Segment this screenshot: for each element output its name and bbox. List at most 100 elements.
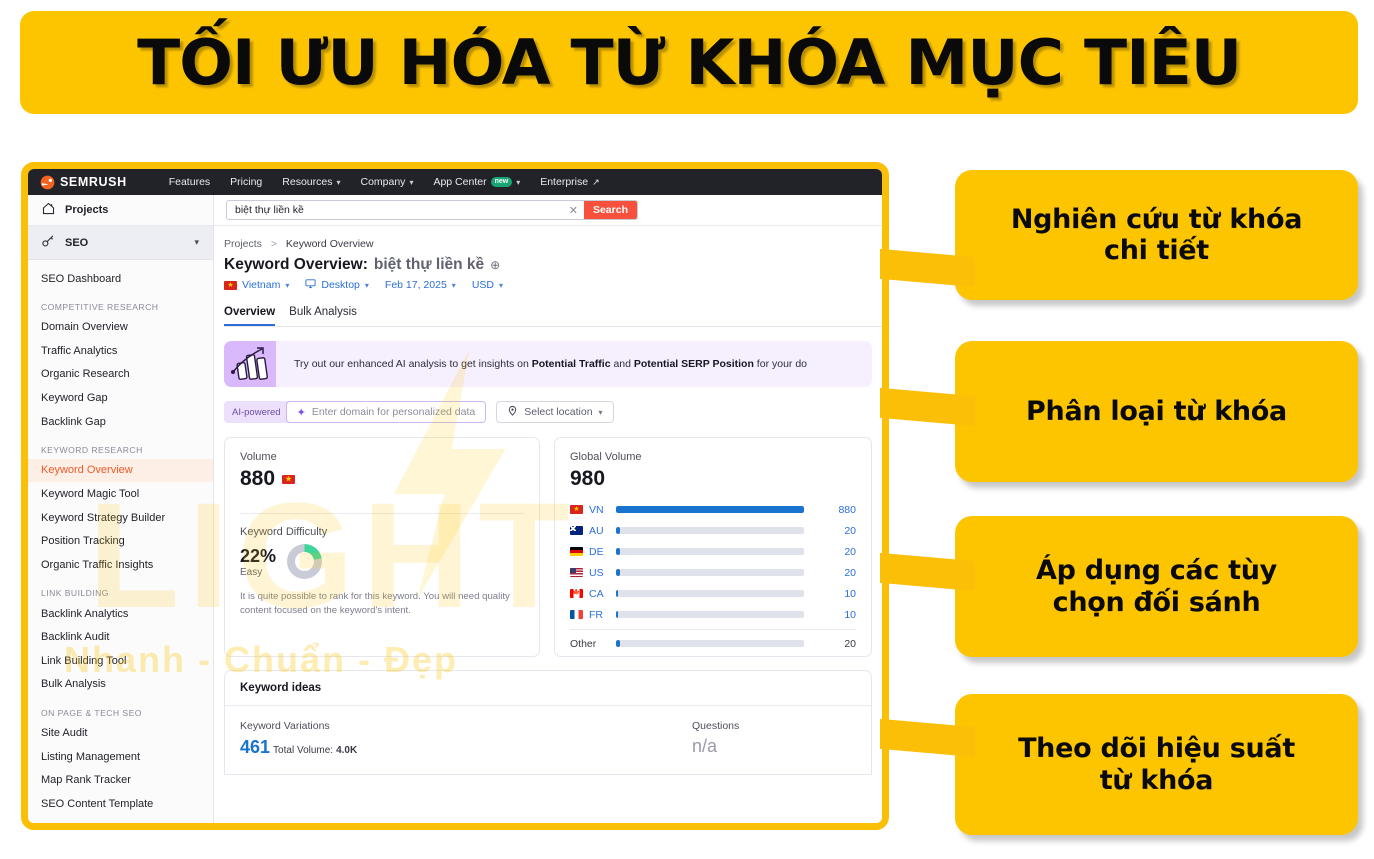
sidebar-item-organic-traffic-insights[interactable]: Organic Traffic Insights — [28, 553, 213, 577]
topnav-item-enterprise[interactable]: Enterprise ↗ — [540, 176, 599, 188]
bar-track — [616, 506, 804, 513]
global-volume-bars: VN 880 AU — [570, 499, 856, 654]
sidebar-item-keyword-overview[interactable]: Keyword Overview — [28, 458, 213, 483]
keyword-variations-label: Keyword Variations — [240, 720, 330, 732]
close-icon[interactable]: ✕ — [562, 204, 585, 217]
breadcrumb-root[interactable]: Projects — [224, 238, 262, 250]
page-title: TỐI ƯU HÓA TỪ KHÓA MỤC TIÊU — [137, 26, 1242, 99]
sidebar-item-listing-management[interactable]: Listing Management — [28, 745, 213, 769]
location-select-label: Select location — [524, 406, 593, 418]
callout-box-3: Áp dụng các tùy chọn đối sánh — [955, 516, 1358, 657]
filter-date[interactable]: Feb 17, 2025 ▾ — [385, 279, 456, 291]
sidebar-item-traffic-analytics[interactable]: Traffic Analytics — [28, 339, 213, 363]
sidebar-item-keyword-magic-tool[interactable]: Keyword Magic Tool — [28, 482, 213, 506]
volume-value-row: 880 — [240, 467, 524, 491]
bar-value: 10 — [844, 587, 856, 600]
breadcrumb: Projects > Keyword Overview — [214, 226, 882, 250]
sidebar-item-bulk-analysis[interactable]: Bulk Analysis — [28, 673, 213, 697]
bar-track — [616, 590, 804, 597]
sidebar-item-backlink-audit[interactable]: Backlink Audit — [28, 626, 213, 650]
sidebar-item-organic-research[interactable]: Organic Research — [28, 363, 213, 387]
sidebar-item-backlink-gap[interactable]: Backlink Gap — [28, 410, 213, 434]
callout-line-2: chi tiết — [1104, 235, 1209, 266]
bar-fill — [616, 640, 621, 647]
sidebar-item-position-tracking[interactable]: Position Tracking — [28, 530, 213, 554]
topnav-item-app-center[interactable]: App Center new ▾ — [433, 176, 520, 188]
chevron-down-icon: ▾ — [498, 280, 503, 290]
ai-powered-chip: AI-powered — [224, 401, 289, 423]
sidebar-item-site-audit[interactable]: Site Audit — [28, 722, 213, 746]
search-button[interactable]: Search — [583, 201, 637, 219]
global-volume-row: VN 880 — [570, 499, 856, 520]
ai-banner-text: Try out our enhanced AI analysis to get … — [276, 358, 807, 370]
topnav-label: App Center — [433, 176, 487, 188]
filter-device[interactable]: Desktop ▾ — [305, 278, 369, 292]
main-scroll-area: Projects > Keyword Overview Keyword Over… — [214, 226, 882, 775]
bar-fill — [616, 527, 621, 534]
keyword-overview-title: Keyword Overview: biệt thự liền kề ⊕ — [214, 250, 882, 274]
ai-text-3: for your do — [753, 358, 808, 370]
bars-divider — [570, 629, 856, 630]
chevron-down-icon: ▾ — [336, 177, 341, 187]
sidebar-item-backlink-analytics[interactable]: Backlink Analytics — [28, 602, 213, 626]
sidebar-item-projects[interactable]: Projects — [28, 195, 213, 226]
sidebar-seo-label: SEO — [65, 236, 89, 249]
topnav-item-company[interactable]: Company ▾ — [360, 176, 413, 188]
bar-value: 20 — [844, 524, 856, 537]
filter-country[interactable]: Vietnam ▾ — [224, 279, 289, 291]
bar-track — [616, 569, 804, 576]
topnav-label: Features — [168, 176, 211, 188]
search-bar: biệt thự liền kề ✕ Search — [214, 195, 882, 226]
global-volume-card: Global Volume 980 VN — [554, 437, 872, 657]
filter-country-label: Vietnam — [242, 279, 281, 291]
sidebar-item-domain-overview[interactable]: Domain Overview — [28, 316, 213, 340]
filter-row: Vietnam ▾ Desktop ▾ — [214, 274, 882, 292]
callout-line-2: chọn đối sánh — [1052, 586, 1261, 618]
bar-value: 20 — [844, 637, 856, 650]
filter-date-label: Feb 17, 2025 — [384, 279, 447, 291]
flag-de-icon — [570, 547, 583, 556]
flag-fr-icon — [570, 610, 583, 619]
search-field-wrapper[interactable]: biệt thự liền kề ✕ Search — [226, 200, 638, 220]
sidebar-item-keyword-gap[interactable]: Keyword Gap — [28, 387, 213, 411]
ai-analysis-banner[interactable]: Try out our enhanced AI analysis to get … — [224, 341, 872, 387]
sidebar-item-seo-dashboard[interactable]: SEO Dashboard — [28, 267, 213, 291]
keyword-difficulty-donut — [287, 544, 323, 579]
tab-overview[interactable]: Overview — [224, 306, 276, 326]
keyword-difficulty-row: 22% Easy — [240, 544, 524, 579]
total-volume-value: 4.0K — [336, 745, 358, 756]
flag-vn-icon — [282, 474, 296, 484]
semrush-logo[interactable]: SEMRUSH — [40, 175, 127, 190]
sidebar-item-map-rank-tracker[interactable]: Map Rank Tracker — [28, 769, 213, 793]
filter-currency[interactable]: USD ▾ — [472, 279, 503, 291]
variations-count[interactable]: 461 — [240, 737, 270, 758]
sidebar-item-keyword-strategy-builder[interactable]: Keyword Strategy Builder — [28, 506, 213, 530]
callout-text-4: Theo dõi hiệu suất từ khóa — [1018, 733, 1295, 796]
topnav-item-pricing[interactable]: Pricing — [230, 176, 262, 188]
global-volume-total: 980 — [570, 467, 606, 490]
location-select[interactable]: Select location ▾ — [496, 401, 614, 423]
sidebar-item-link-building-tool[interactable]: Link Building Tool — [28, 649, 213, 673]
search-input[interactable]: biệt thự liền kề — [227, 204, 562, 216]
domain-input[interactable]: ✦ Enter domain for personalized data — [285, 401, 487, 423]
title-prefix: Keyword Overview: — [224, 256, 368, 273]
bar-fill — [616, 548, 621, 555]
chevron-down-icon[interactable]: ▾ — [194, 237, 199, 248]
country-code: CA — [589, 587, 604, 600]
bar-fill — [616, 611, 619, 618]
questions-label: Questions — [692, 720, 740, 732]
tab-bulk-analysis[interactable]: Bulk Analysis — [289, 306, 357, 326]
key-icon — [41, 234, 56, 252]
global-volume-row-other: Other 20 — [570, 633, 856, 654]
main-content: biệt thự liền kề ✕ Search Projects > Key… — [214, 195, 882, 823]
plus-circle-icon[interactable]: ⊕ — [490, 258, 500, 272]
sidebar-item-seo[interactable]: SEO ▾ — [28, 226, 213, 260]
sidebar-item-seo-content-template[interactable]: SEO Content Template — [28, 793, 213, 817]
country-cell: US — [570, 567, 616, 579]
global-volume-row: DE 20 — [570, 541, 856, 562]
topnav-item-features[interactable]: Features — [169, 176, 210, 188]
sidebar-group-heading: KEYWORD RESEARCH — [41, 444, 143, 455]
keyword-difficulty-label: Keyword Difficulty — [240, 526, 328, 538]
breadcrumb-separator: > — [270, 238, 277, 250]
topnav-item-resources[interactable]: Resources ▾ — [282, 176, 340, 188]
